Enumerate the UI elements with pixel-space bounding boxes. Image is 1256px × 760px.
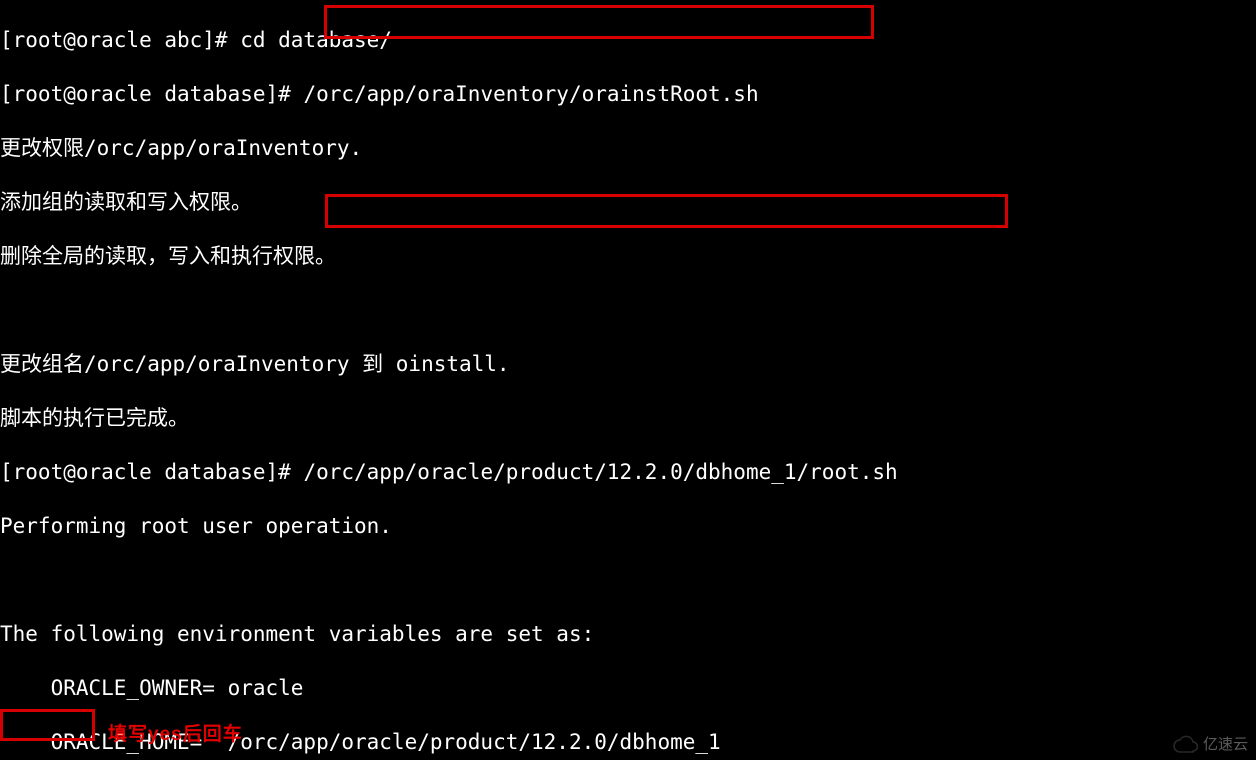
terminal-line: 更改组名/orc/app/oraInventory 到 oinstall.: [0, 351, 1256, 378]
annotation-text: 填写yes后回车: [108, 719, 243, 746]
terminal-line: [root@oracle database]# /orc/app/oraInve…: [0, 81, 1256, 108]
terminal-line: [root@oracle database]# /orc/app/oracle/…: [0, 459, 1256, 486]
terminal-line: [root@oracle abc]# cd database/: [0, 27, 1256, 54]
terminal-line: 脚本的执行已完成。: [0, 405, 1256, 432]
prompt: [root@oracle database]#: [0, 82, 303, 106]
terminal-line: 更改权限/orc/app/oraInventory.: [0, 135, 1256, 162]
cloud-icon: [1173, 735, 1199, 753]
watermark: 亿速云: [1173, 733, 1248, 754]
terminal-output[interactable]: [root@oracle abc]# cd database/ [root@or…: [0, 0, 1256, 760]
watermark-text: 亿速云: [1203, 733, 1248, 754]
command-highlighted: /orc/app/oraInventory/orainstRoot.sh: [303, 82, 758, 106]
command-highlighted: /orc/app/oracle/product/12.2.0/dbhome_1/…: [303, 460, 897, 484]
terminal-line: ORACLE_OWNER= oracle: [0, 675, 1256, 702]
terminal-line: 删除全局的读取，写入和执行权限。: [0, 243, 1256, 270]
terminal-line: The following environment variables are …: [0, 621, 1256, 648]
terminal-line: [0, 297, 1256, 324]
prompt: [root@oracle database]#: [0, 460, 303, 484]
terminal-line: 添加组的读取和写入权限。: [0, 189, 1256, 216]
terminal-line: Performing root user operation.: [0, 513, 1256, 540]
terminal-line: [0, 567, 1256, 594]
